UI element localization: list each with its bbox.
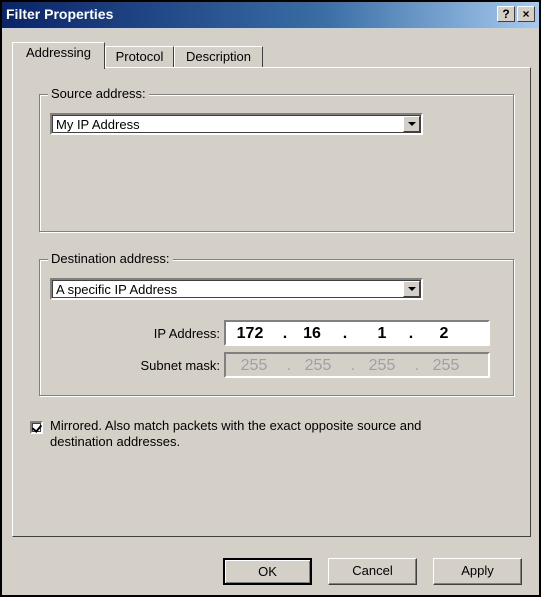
tab-protocol[interactable]: Protocol bbox=[105, 46, 174, 68]
ip-octet-4[interactable]: 2 bbox=[424, 325, 464, 343]
source-address-group: Source address: My IP Address bbox=[39, 86, 514, 232]
mask-octet-1: 255 bbox=[240, 357, 268, 374]
subnet-mask-field: 255 . 255 . 255 . 255 bbox=[224, 352, 490, 378]
title-bar[interactable]: Filter Properties ? × bbox=[2, 2, 539, 28]
source-address-select[interactable]: My IP Address bbox=[50, 113, 423, 135]
tab-addressing[interactable]: Addressing bbox=[12, 42, 105, 69]
source-address-value: My IP Address bbox=[56, 117, 140, 132]
mask-octet-3: 255 bbox=[368, 357, 396, 374]
filter-properties-dialog: Filter Properties ? × Addressing Protoco… bbox=[0, 0, 541, 597]
ok-button[interactable]: OK bbox=[223, 558, 312, 585]
mask-dot: . bbox=[286, 357, 292, 374]
ip-dot: . bbox=[282, 325, 288, 342]
ip-octet-3[interactable]: 1 bbox=[362, 325, 402, 343]
apply-button[interactable]: Apply bbox=[433, 558, 522, 585]
addressing-panel: Source address: My IP Address Destinatio… bbox=[12, 67, 531, 537]
destination-address-value: A specific IP Address bbox=[56, 282, 178, 297]
ip-dot: . bbox=[342, 325, 348, 342]
mask-dot: . bbox=[350, 357, 356, 374]
tab-description[interactable]: Description bbox=[174, 46, 263, 68]
source-address-label: Source address: bbox=[48, 86, 149, 101]
chevron-down-icon[interactable] bbox=[403, 281, 420, 297]
mask-dot: . bbox=[414, 357, 420, 374]
close-button[interactable]: × bbox=[517, 6, 535, 22]
ip-address-label: IP Address: bbox=[153, 326, 220, 341]
mirrored-label[interactable]: Mirrored. Also match packets with the ex… bbox=[50, 418, 480, 450]
help-button[interactable]: ? bbox=[497, 6, 515, 22]
ip-address-field[interactable]: 172 . 16 . 1 . 2 bbox=[224, 320, 490, 346]
ip-octet-2[interactable]: 16 bbox=[292, 325, 332, 343]
window-title: Filter Properties bbox=[6, 6, 114, 22]
destination-address-select[interactable]: A specific IP Address bbox=[50, 278, 423, 300]
mirrored-checkbox[interactable] bbox=[30, 421, 43, 434]
destination-address-group: Destination address: A specific IP Addre… bbox=[39, 251, 514, 396]
mask-octet-4: 255 bbox=[432, 357, 460, 374]
cancel-button[interactable]: Cancel bbox=[328, 558, 417, 585]
ip-dot: . bbox=[408, 325, 414, 342]
ip-octet-1[interactable]: 172 bbox=[230, 325, 270, 343]
mask-octet-2: 255 bbox=[304, 357, 332, 374]
destination-address-label: Destination address: bbox=[48, 251, 173, 266]
chevron-down-icon[interactable] bbox=[403, 116, 420, 132]
subnet-mask-label: Subnet mask: bbox=[140, 358, 221, 373]
